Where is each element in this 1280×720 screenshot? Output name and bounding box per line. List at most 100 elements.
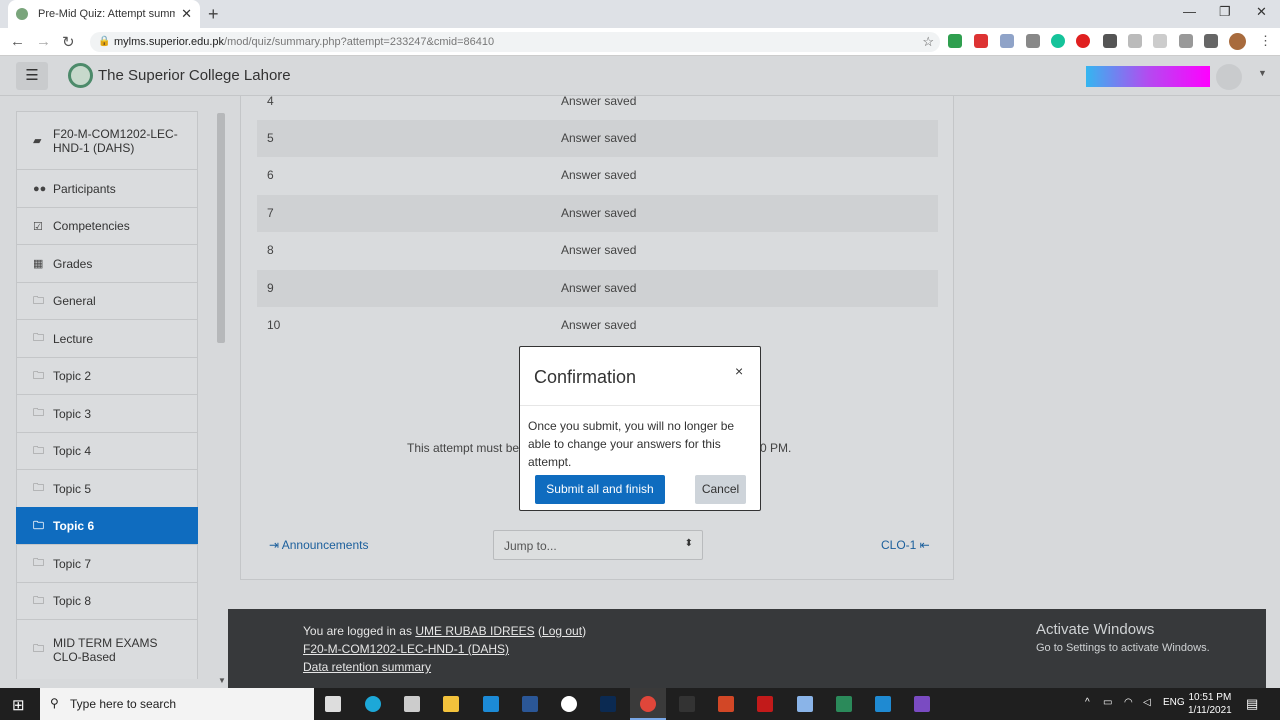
maximize-icon[interactable]: ❐ — [1219, 4, 1231, 20]
folder-icon: 🗀 — [33, 643, 44, 655]
college-logo[interactable] — [68, 63, 93, 88]
browser-tab[interactable]: Pre-Mid Quiz: Attempt summary ✕ — [8, 0, 200, 28]
wifi-icon[interactable]: ◠ — [1124, 697, 1133, 708]
file-explorer-icon[interactable] — [443, 696, 459, 712]
drawer-item-mid-term-exams[interactable]: 🗀 MID TERM EXAMS CLO-Based — [16, 619, 198, 679]
new-tab-button[interactable]: + — [208, 4, 219, 25]
bookmark-star-icon[interactable]: ☆ — [922, 34, 934, 50]
minimize-icon[interactable]: — — [1183, 4, 1196, 19]
drawer-scroll-thumb[interactable] — [217, 113, 225, 343]
photoshop-icon[interactable] — [600, 696, 616, 712]
acrobat-icon[interactable] — [757, 696, 773, 712]
user-avatar[interactable] — [1216, 64, 1242, 90]
app4-icon[interactable] — [836, 696, 852, 712]
dialog-title: Confirmation — [534, 367, 637, 387]
language-indicator[interactable]: ENG — [1163, 697, 1185, 708]
dialog-close-icon[interactable]: × — [735, 363, 743, 379]
screenshot-extension-icon[interactable] — [1026, 34, 1040, 48]
next-activity-link[interactable]: CLO-1 ⇤ — [881, 538, 930, 552]
pen-extension-icon[interactable] — [1103, 34, 1117, 48]
question-number[interactable]: 8 — [267, 243, 274, 257]
browser-menu-icon[interactable]: ⋮ — [1259, 33, 1272, 49]
dialog-divider — [520, 405, 760, 406]
grammarly-extension-icon[interactable] — [1051, 34, 1065, 48]
battery-icon[interactable]: ▭ — [1103, 697, 1112, 708]
profile-avatar[interactable] — [1229, 33, 1246, 50]
drawer-item-topic-2[interactable]: 🗀 Topic 2 — [16, 357, 198, 394]
taskbar-clock[interactable]: 10:51 PM 1/11/2021 — [1188, 691, 1232, 717]
drawer-item-topic-7[interactable]: 🗀 Topic 7 — [16, 544, 198, 582]
table-row: 5 Answer saved — [257, 120, 938, 157]
drawer-item-topic-3[interactable]: 🗀 Topic 3 — [16, 394, 198, 432]
windows-start-icon[interactable]: ⊞ — [12, 696, 25, 714]
visual-studio-icon[interactable] — [914, 696, 930, 712]
volume-icon[interactable]: ◁ — [1143, 697, 1151, 708]
chrome-icon[interactable] — [640, 696, 656, 712]
url-path: /mod/quiz/summary.php?attempt=233247&cmi… — [224, 36, 495, 48]
drawer-item-lecture[interactable]: 🗀 Lecture — [16, 319, 198, 357]
reload-icon[interactable]: ↻ — [62, 33, 75, 51]
drawer-item-label: General — [53, 294, 96, 308]
site-name[interactable]: The Superior College Lahore — [98, 67, 291, 84]
course-link[interactable]: F20-M-COM1202-LEC-HND-1 (DAHS) — [303, 642, 509, 656]
app-icon[interactable] — [561, 696, 577, 712]
drawer-item-competencies[interactable]: ☑ Competencies — [16, 207, 198, 244]
drawer-item-course[interactable]: ▰ F20-M-COM1202-LEC-HND-1 (DAHS) — [16, 111, 198, 169]
question-number[interactable]: 6 — [267, 168, 274, 182]
attempt-timing-text-end: 0 PM. — [760, 441, 792, 455]
text-extension-icon[interactable] — [1128, 34, 1142, 48]
user-menu-caret-icon[interactable]: ▼ — [1258, 68, 1267, 78]
drawer-toggle-button[interactable]: ☰ — [16, 62, 48, 90]
prev-activity-link[interactable]: ⇥ Announcements — [269, 538, 368, 552]
question-number[interactable]: 7 — [267, 206, 274, 220]
scroll-down-arrow-icon[interactable]: ▼ — [218, 676, 226, 685]
app3-icon[interactable] — [797, 696, 813, 712]
jump-to-select[interactable]: Jump to... ⬍ — [493, 530, 703, 560]
drawer-scrollbar[interactable] — [216, 111, 226, 688]
drawer-item-topic-5[interactable]: 🗀 Topic 5 — [16, 469, 198, 507]
powerpoint-icon[interactable] — [718, 696, 734, 712]
task-view-icon[interactable] — [325, 696, 341, 712]
store-icon[interactable] — [404, 696, 420, 712]
word-icon[interactable] — [522, 696, 538, 712]
question-number[interactable]: 5 — [267, 131, 274, 145]
question-number[interactable]: 9 — [267, 281, 274, 295]
tray-chevron-icon[interactable]: ^ — [1085, 697, 1090, 708]
opera-extension-icon[interactable] — [1076, 34, 1090, 48]
address-bar[interactable]: 🔒 mylms.superior.edu.pk/mod/quiz/summary… — [90, 32, 940, 52]
camera-extension-icon[interactable] — [1179, 34, 1193, 48]
drawer-item-participants[interactable]: ●● Participants — [16, 169, 198, 207]
submit-all-and-finish-button[interactable]: Submit all and finish — [535, 475, 665, 504]
puzzle-extensions-icon[interactable] — [1204, 34, 1218, 48]
user-profile-link[interactable]: UME RUBAB IDREES — [415, 624, 534, 638]
drawer-item-topic-8[interactable]: 🗀 Topic 8 — [16, 582, 198, 619]
mail-icon[interactable] — [483, 696, 499, 712]
data-retention-link[interactable]: Data retention summary — [303, 660, 431, 674]
question-number[interactable]: 4 — [267, 94, 274, 108]
back-icon[interactable]: ← — [10, 33, 25, 50]
app2-icon[interactable] — [679, 696, 695, 712]
video-extension-icon[interactable] — [974, 34, 988, 48]
edge-icon[interactable] — [365, 696, 381, 712]
cancel-button[interactable]: Cancel — [695, 475, 746, 504]
taskbar-search-input[interactable]: ⚲ Type here to search — [40, 688, 314, 720]
logout-link[interactable]: Log out — [542, 624, 582, 638]
browser-tabstrip: Pre-Mid Quiz: Attempt summary ✕ + — ❐ ✕ — [0, 0, 1280, 28]
drawer-item-topic-6[interactable]: 🗀 Topic 6 — [16, 507, 198, 544]
drive-extension-icon[interactable] — [948, 34, 962, 48]
notification-icon[interactable]: ▤ — [1246, 696, 1258, 712]
question-number[interactable]: 10 — [267, 318, 280, 332]
window-close-icon[interactable]: ✕ — [1256, 4, 1267, 20]
forward-icon[interactable]: → — [36, 33, 51, 50]
font-extension-icon[interactable] — [1153, 34, 1167, 48]
drawer-item-grades[interactable]: ▦ Grades — [16, 244, 198, 282]
course-drawer: ▰ F20-M-COM1202-LEC-HND-1 (DAHS) ●● Part… — [16, 111, 198, 688]
jump-to-label: Jump to... — [504, 539, 557, 553]
print-extension-icon[interactable] — [1000, 34, 1014, 48]
folder-icon: 🗀 — [33, 444, 44, 457]
vscode-icon[interactable] — [875, 696, 891, 712]
drawer-item-topic-4[interactable]: 🗀 Topic 4 — [16, 432, 198, 469]
drawer-item-general[interactable]: 🗀 General — [16, 282, 198, 319]
user-name-redacted[interactable] — [1086, 66, 1210, 87]
tab-close-icon[interactable]: ✕ — [181, 6, 192, 22]
